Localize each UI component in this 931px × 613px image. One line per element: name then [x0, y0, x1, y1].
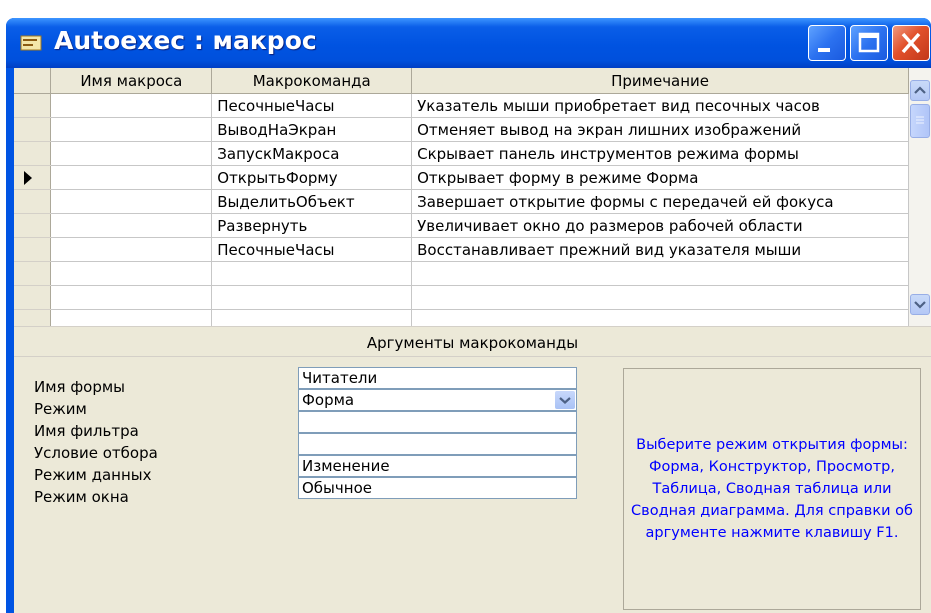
close-button[interactable]: [892, 25, 930, 61]
row-selector[interactable]: [14, 237, 52, 262]
current-row-arrow-icon: [24, 171, 32, 185]
macro-action-cell[interactable]: ЗапускМакроса: [211, 141, 413, 166]
scroll-up-button[interactable]: [910, 80, 930, 101]
scroll-thumb[interactable]: [910, 104, 930, 138]
label-form-name: Имя формы: [34, 378, 126, 396]
row-selector[interactable]: [14, 213, 52, 238]
view-select-value: Форма: [302, 391, 355, 409]
table-row-empty[interactable]: [14, 285, 909, 310]
table-row-current[interactable]: ОткрытьФорму Открывает форму в режиме Фо…: [14, 165, 909, 190]
comment-cell[interactable]: Увеличивает окно до размеров рабочей обл…: [411, 213, 909, 238]
label-filter-name: Имя фильтра: [34, 422, 139, 440]
table-row[interactable]: ПесочныеЧасы Указатель мыши приобретает …: [14, 93, 909, 118]
macro-name-cell[interactable]: [50, 189, 213, 214]
row-selector[interactable]: [14, 117, 52, 142]
macro-action-cell[interactable]: Развернуть: [211, 213, 413, 238]
minimize-button[interactable]: [808, 25, 846, 61]
table-row[interactable]: ПесочныеЧасы Восстанавливает прежний вид…: [14, 237, 909, 262]
macro-icon: [20, 35, 42, 51]
argument-help-text: Выберите режим открытия формы: Форма, Ко…: [631, 437, 913, 541]
window-title: Autoexec : макрос: [54, 26, 317, 55]
grip-icon: [916, 116, 924, 124]
view-dropdown-button[interactable]: [555, 391, 575, 409]
comment-cell[interactable]: [411, 309, 909, 326]
row-selector-current[interactable]: [14, 165, 52, 190]
comment-cell[interactable]: Указатель мыши приобретает вид песочных …: [411, 93, 909, 118]
comment-cell[interactable]: Завершает открытие формы с передачей ей …: [411, 189, 909, 214]
label-view: Режим: [34, 400, 87, 418]
header-comment[interactable]: Примечание: [411, 68, 909, 94]
macro-action-cell[interactable]: ПесочныеЧасы: [211, 93, 413, 118]
maximize-button[interactable]: [850, 25, 888, 61]
macro-action-cell[interactable]: ПесочныеЧасы: [211, 237, 413, 262]
macro-name-cell[interactable]: [50, 93, 213, 118]
comment-cell[interactable]: Скрывает панель инструментов режима форм…: [411, 141, 909, 166]
row-selector[interactable]: [14, 285, 52, 310]
table-row-empty[interactable]: [14, 261, 909, 286]
close-icon: [901, 32, 921, 54]
minimize-icon: [818, 48, 830, 52]
maximize-icon: [858, 32, 880, 53]
label-data-mode: Режим данных: [34, 466, 152, 484]
chevron-up-icon: [914, 86, 926, 94]
macro-action-cell[interactable]: ОткрытьФорму: [211, 165, 413, 190]
chevron-down-icon: [914, 301, 926, 309]
table-row[interactable]: ЗапускМакроса Скрывает панель инструмент…: [14, 141, 909, 166]
comment-cell[interactable]: [411, 285, 909, 310]
row-selector-header: [14, 68, 52, 94]
macro-action-cell[interactable]: ВыводНаЭкран: [211, 117, 413, 142]
data-mode-field[interactable]: Изменение: [298, 455, 577, 477]
macro-window: Autoexec : макрос Имя макроса Макрокоман…: [6, 18, 931, 613]
title-bar[interactable]: Autoexec : макрос: [6, 18, 931, 68]
row-selector[interactable]: [14, 189, 52, 214]
macro-name-cell[interactable]: [50, 309, 213, 326]
label-window-mode: Режим окна: [34, 488, 129, 506]
table-row[interactable]: ВыделитьОбъект Завершает открытие формы …: [14, 189, 909, 214]
table-row[interactable]: Развернуть Увеличивает окно до размеров …: [14, 213, 909, 238]
grid-vertical-scrollbar[interactable]: [909, 68, 931, 326]
macro-grid: Имя макроса Макрокоманда Примечание Песо…: [14, 68, 909, 326]
table-row-empty[interactable]: [14, 309, 909, 326]
macro-name-cell[interactable]: [50, 117, 213, 142]
header-macro-name[interactable]: Имя макроса: [50, 68, 213, 94]
macro-action-cell[interactable]: ВыделитьОбъект: [211, 189, 413, 214]
row-selector[interactable]: [14, 141, 52, 166]
macro-name-cell[interactable]: [50, 237, 213, 262]
macro-name-cell[interactable]: [50, 285, 213, 310]
macro-designer: Имя макроса Макрокоманда Примечание Песо…: [14, 68, 931, 613]
header-macro-action[interactable]: Макрокоманда: [211, 68, 413, 94]
macro-action-cell[interactable]: [211, 285, 413, 310]
comment-cell[interactable]: Открывает форму в режиме Форма: [411, 165, 909, 190]
filter-name-field[interactable]: [298, 411, 577, 433]
comment-cell[interactable]: Восстанавливает прежний вид указателя мы…: [411, 237, 909, 262]
chevron-down-icon: [559, 397, 571, 404]
table-row[interactable]: ВыводНаЭкран Отменяет вывод на экран лиш…: [14, 117, 909, 142]
comment-cell[interactable]: [411, 261, 909, 286]
where-condition-field[interactable]: [298, 433, 577, 455]
macro-action-cell[interactable]: [211, 309, 413, 326]
window-mode-field[interactable]: Обычное: [298, 477, 577, 499]
scroll-down-button[interactable]: [910, 294, 930, 315]
macro-name-cell[interactable]: [50, 165, 213, 190]
macro-action-cell[interactable]: [211, 261, 413, 286]
macro-name-cell[interactable]: [50, 141, 213, 166]
view-select[interactable]: Форма: [298, 389, 577, 411]
row-selector[interactable]: [14, 261, 52, 286]
comment-cell[interactable]: Отменяет вывод на экран лишних изображен…: [411, 117, 909, 142]
form-name-field[interactable]: Читатели: [298, 367, 577, 389]
label-where-condition: Условие отбора: [34, 444, 158, 462]
argument-help-box: Выберите режим открытия формы: Форма, Ко…: [623, 368, 921, 610]
macro-name-cell[interactable]: [50, 261, 213, 286]
row-selector[interactable]: [14, 93, 52, 118]
arguments-title: Аргументы макрокоманды: [14, 330, 931, 357]
row-selector[interactable]: [14, 309, 52, 326]
macro-name-cell[interactable]: [50, 213, 213, 238]
